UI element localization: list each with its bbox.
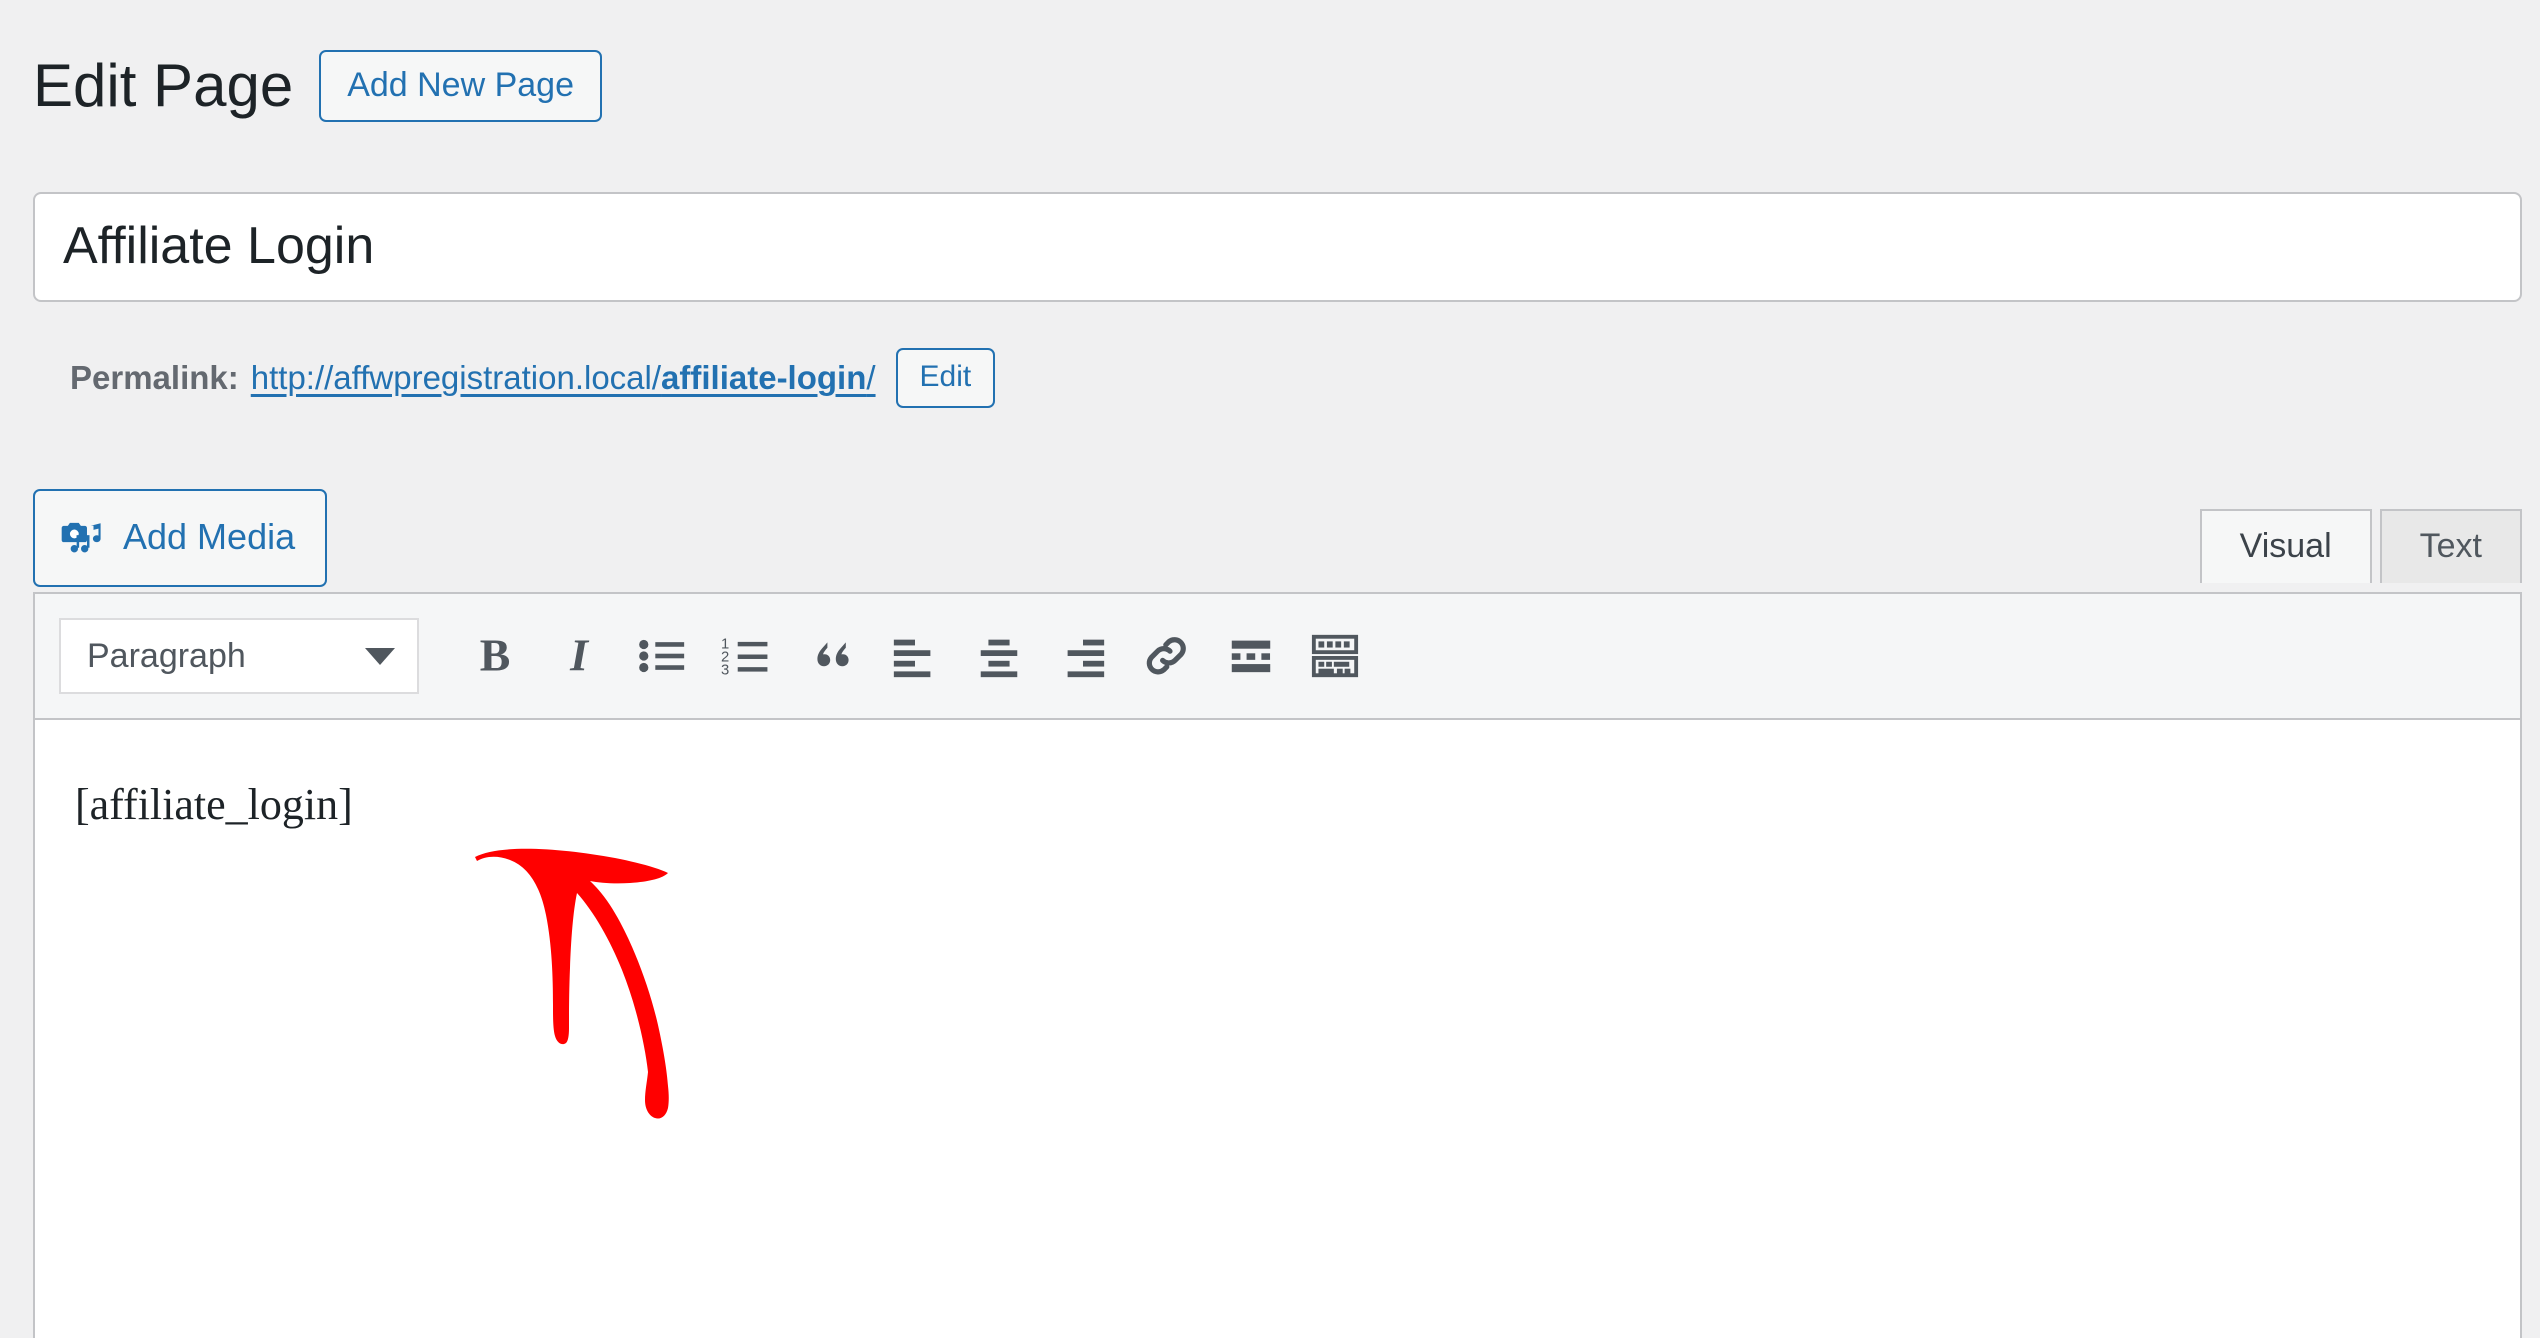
editor-mode-tabs: Visual Text: [2199, 507, 2522, 583]
editor-content-text: [affiliate_login]: [75, 780, 353, 829]
add-new-page-button[interactable]: Add New Page: [319, 50, 602, 122]
read-more-icon[interactable]: [1209, 614, 1293, 698]
tab-visual[interactable]: Visual: [2199, 509, 2372, 583]
permalink-trailing-slash: /: [866, 359, 876, 396]
permalink-row: Permalink: http://affwpregistration.loca…: [70, 342, 996, 414]
post-title-input[interactable]: Affiliate Login: [33, 192, 2522, 302]
numbered-list-icon[interactable]: 1 2 3: [705, 614, 789, 698]
page-title: Edit Page: [33, 52, 294, 119]
bold-icon[interactable]: B: [453, 614, 537, 698]
wordpress-edit-page-screen: Edit Page Add New Page Affiliate Login P…: [0, 0, 2540, 1338]
chevron-down-icon: [365, 647, 395, 665]
align-center-icon[interactable]: [957, 614, 1041, 698]
tab-text[interactable]: Text: [2379, 509, 2522, 583]
permalink-link[interactable]: http://affwpregistration.local/affiliate…: [251, 359, 876, 397]
blockquote-icon[interactable]: [789, 614, 873, 698]
add-media-label: Add Media: [123, 516, 296, 557]
permalink-slug: affiliate-login: [661, 359, 867, 396]
bulleted-list-icon[interactable]: [621, 614, 705, 698]
add-media-button[interactable]: Add Media: [33, 489, 328, 587]
align-right-icon[interactable]: [1041, 614, 1125, 698]
page-header: Edit Page Add New Page: [33, 40, 602, 132]
permalink-label: Permalink:: [70, 359, 239, 396]
format-select[interactable]: Paragraph: [59, 618, 419, 694]
align-left-icon[interactable]: [873, 614, 957, 698]
italic-icon[interactable]: I: [537, 614, 621, 698]
edit-permalink-button[interactable]: Edit: [895, 348, 996, 408]
svg-text:I: I: [569, 632, 590, 680]
post-title-value: Affiliate Login: [63, 217, 375, 276]
insert-link-icon[interactable]: [1125, 614, 1209, 698]
svg-text:3: 3: [721, 663, 729, 678]
editor-toolbar: Paragraph B I 1 2 3: [35, 594, 2520, 720]
format-select-value: Paragraph: [87, 636, 246, 675]
editor-content-area[interactable]: [affiliate_login]: [35, 720, 2520, 1338]
permalink-base: http://affwpregistration.local/: [250, 359, 662, 396]
admin-media-icon: [59, 514, 105, 560]
editor-panel: Paragraph B I 1 2 3 [affiliate_login]: [33, 592, 2522, 1338]
toolbar-toggle-icon[interactable]: [1293, 614, 1377, 698]
svg-text:B: B: [480, 632, 511, 680]
